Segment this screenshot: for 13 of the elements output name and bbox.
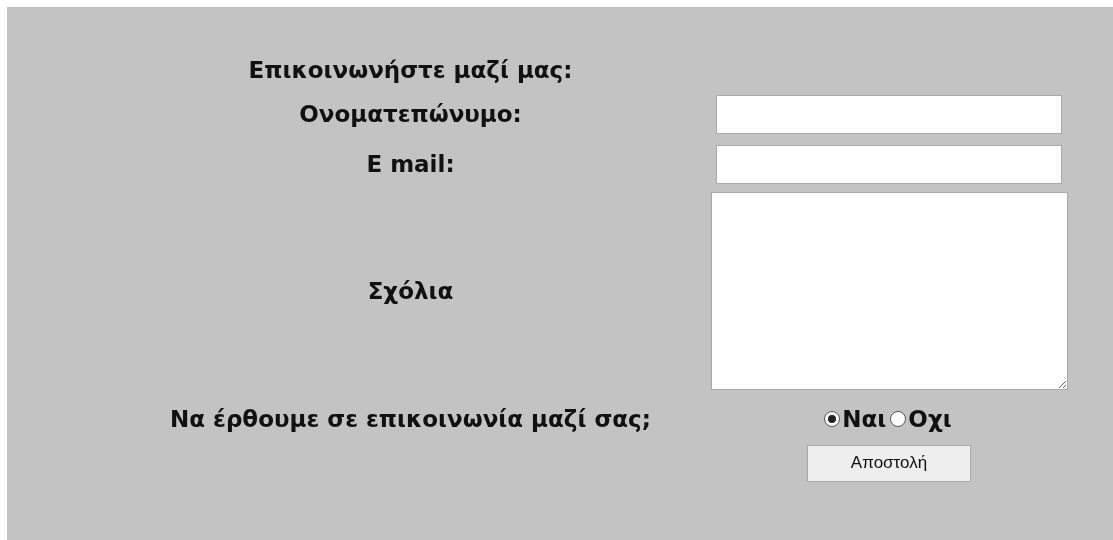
- radio-label: Οχι: [908, 404, 952, 434]
- input-field[interactable]: [716, 94, 1062, 134]
- input-field[interactable]: [716, 144, 1062, 184]
- field-label: Σχόλια: [367, 276, 454, 306]
- comments-field[interactable]: [710, 192, 1068, 390]
- field-label: Ονοματεπώνυμο:: [299, 99, 522, 129]
- radio-label: Ναι: [842, 404, 887, 434]
- field-label: E mail:: [366, 149, 455, 179]
- field-label: Να έρθουμε σε επικοινωνία μαζί σας;: [170, 404, 651, 434]
- submit-button[interactable]: Αποστολή: [807, 444, 971, 482]
- radio-button[interactable]: [890, 411, 907, 427]
- form-heading: Επικοινωνήστε μαζί μας:: [248, 55, 573, 85]
- radio-button[interactable]: [824, 411, 841, 427]
